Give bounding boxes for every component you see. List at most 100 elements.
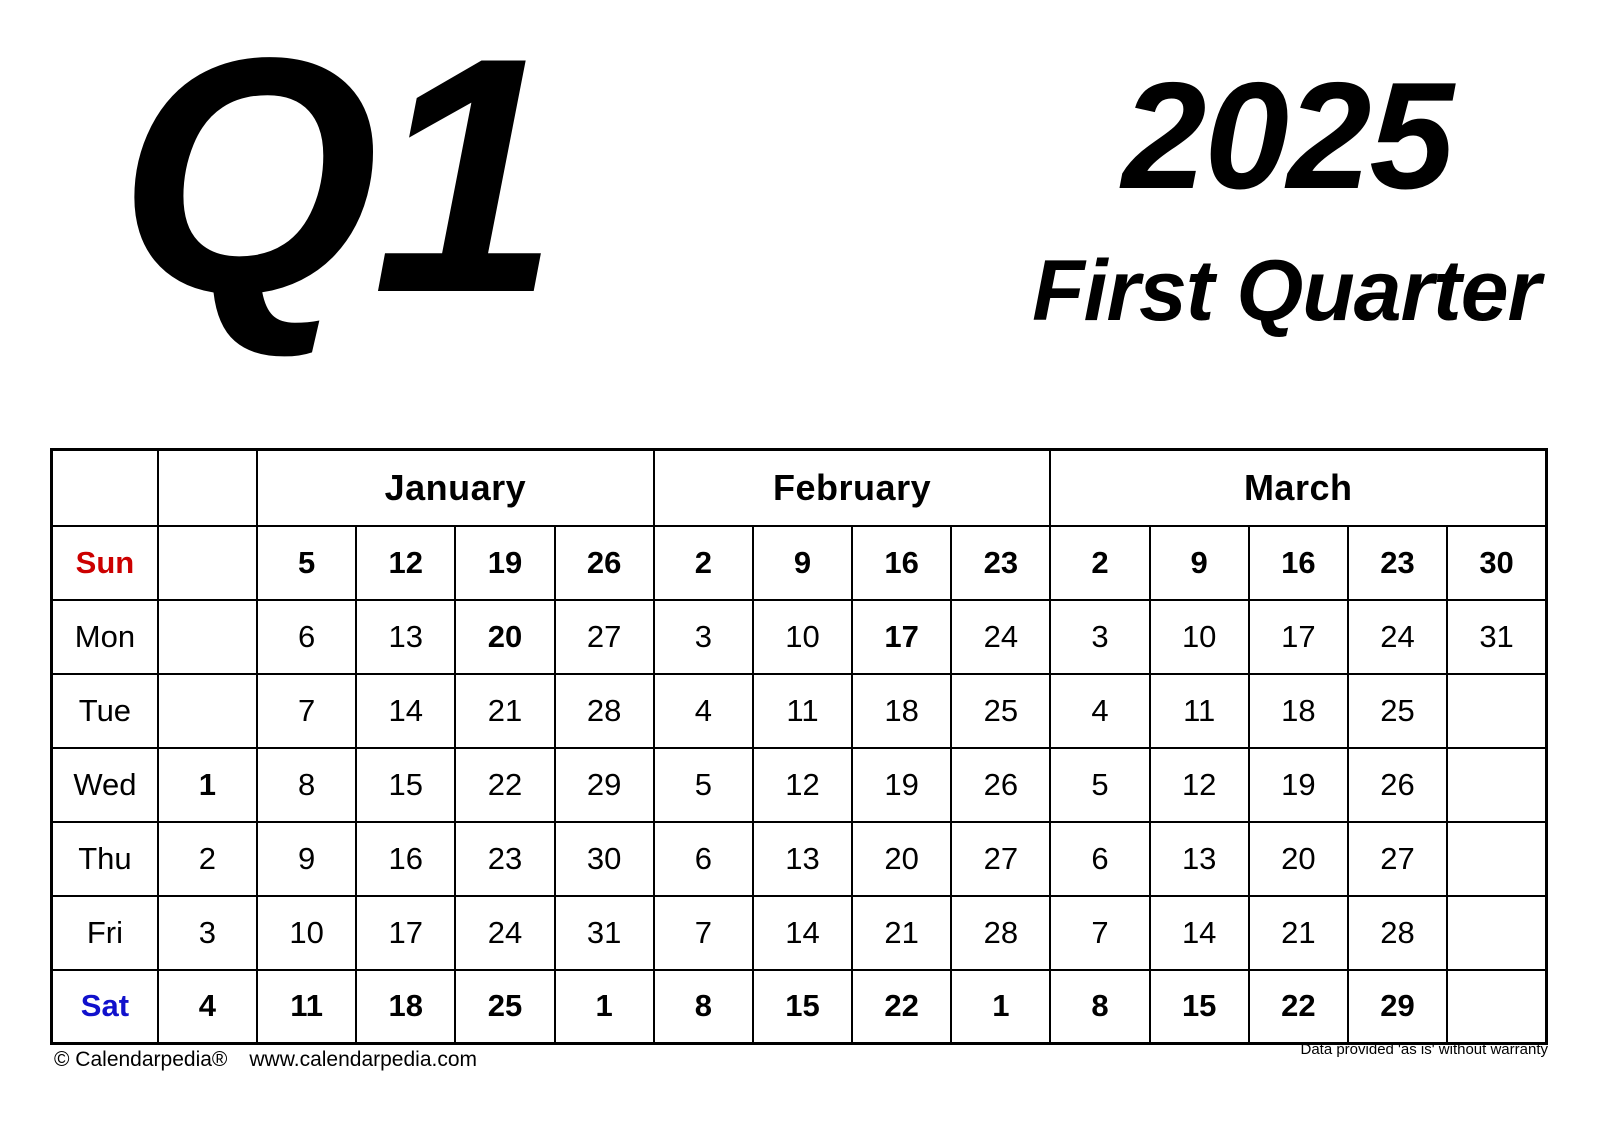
date-cell[interactable]: 26 (950, 746, 1052, 823)
website-link[interactable]: www.calendarpedia.com (249, 1048, 477, 1071)
date-cell[interactable]: 31 (553, 894, 655, 971)
date-cell[interactable]: 21 (1247, 894, 1349, 971)
date-cell[interactable]: 25 (950, 672, 1052, 749)
date-cell[interactable]: 12 (355, 524, 457, 601)
date-cell[interactable]: 4 (156, 968, 259, 1045)
date-cell[interactable]: 2 (1049, 524, 1151, 601)
date-cell[interactable]: 19 (454, 524, 556, 601)
weekday-label-sun: Sun (50, 524, 159, 601)
date-cell[interactable]: 9 (751, 524, 854, 601)
date-cell[interactable]: 7 (652, 894, 754, 971)
calendar-row-fri: Fri 3 10 17 24 31 7 14 21 28 7 14 21 28 (50, 894, 1548, 971)
date-cell[interactable]: 14 (355, 672, 457, 749)
date-cell[interactable]: 28 (950, 894, 1052, 971)
date-cell[interactable]: 29 (553, 746, 655, 823)
date-cell[interactable]: 15 (1148, 968, 1250, 1045)
date-cell[interactable]: 3 (652, 598, 754, 675)
date-cell[interactable]: 13 (355, 598, 457, 675)
date-cell[interactable]: 24 (1346, 598, 1449, 675)
date-cell[interactable]: 1 (156, 746, 259, 823)
date-cell[interactable]: 17 (851, 598, 953, 675)
date-cell[interactable]: 7 (256, 672, 358, 749)
date-cell[interactable]: 11 (1148, 672, 1250, 749)
date-cell[interactable]: 3 (1049, 598, 1151, 675)
date-cell[interactable]: 27 (553, 598, 655, 675)
date-cell[interactable]: 26 (553, 524, 655, 601)
date-cell[interactable]: 14 (751, 894, 854, 971)
date-cell[interactable]: 18 (1247, 672, 1349, 749)
date-cell[interactable]: 19 (851, 746, 953, 823)
date-cell[interactable]: 5 (1049, 746, 1151, 823)
date-cell[interactable]: 15 (355, 746, 457, 823)
footer-attribution: © Calendarpedia® www.calendarpedia.com (54, 1048, 477, 1072)
date-cell[interactable]: 21 (851, 894, 953, 971)
date-cell[interactable]: 8 (652, 968, 754, 1045)
date-cell[interactable]: 2 (652, 524, 754, 601)
date-cell[interactable]: 6 (256, 598, 358, 675)
date-cell[interactable]: 19 (1247, 746, 1349, 823)
date-cell[interactable]: 7 (1049, 894, 1151, 971)
date-cell[interactable]: 20 (851, 820, 953, 897)
date-cell[interactable]: 6 (652, 820, 754, 897)
date-cell[interactable]: 4 (652, 672, 754, 749)
date-cell[interactable]: 21 (454, 672, 556, 749)
date-cell[interactable]: 1 (553, 968, 655, 1045)
quarter-title: Q1 (118, 0, 559, 362)
date-cell[interactable]: 9 (1148, 524, 1250, 601)
month-header-row: January February March (50, 448, 1548, 527)
date-cell[interactable]: 10 (1148, 598, 1250, 675)
date-cell[interactable]: 18 (355, 968, 457, 1045)
date-cell[interactable]: 27 (1346, 820, 1449, 897)
date-cell[interactable]: 8 (256, 746, 358, 823)
calendar-table-wrapper: January February March Sun 5 12 19 26 2 9 16 23 2 9 16… (50, 448, 1550, 1045)
date-cell[interactable]: 23 (1346, 524, 1449, 601)
date-cell[interactable]: 10 (751, 598, 854, 675)
date-cell[interactable]: 12 (1148, 746, 1250, 823)
date-cell[interactable]: 13 (751, 820, 854, 897)
date-cell[interactable]: 17 (355, 894, 457, 971)
date-cell[interactable]: 25 (454, 968, 556, 1045)
date-cell[interactable]: 16 (355, 820, 457, 897)
month-header-march: March (1049, 448, 1548, 527)
date-cell[interactable]: 30 (553, 820, 655, 897)
date-cell[interactable]: 24 (454, 894, 556, 971)
date-cell[interactable]: 8 (1049, 968, 1151, 1045)
date-cell[interactable]: 15 (751, 968, 854, 1045)
date-cell[interactable]: 6 (1049, 820, 1151, 897)
empty-cell (156, 598, 259, 675)
date-cell[interactable]: 28 (1346, 894, 1449, 971)
month-header-february: February (652, 448, 1052, 527)
date-cell[interactable]: 5 (256, 524, 358, 601)
date-cell[interactable]: 24 (950, 598, 1052, 675)
date-cell[interactable]: 28 (553, 672, 655, 749)
date-cell[interactable]: 22 (851, 968, 953, 1045)
date-cell[interactable]: 1 (950, 968, 1052, 1045)
date-cell[interactable]: 13 (1148, 820, 1250, 897)
date-cell[interactable]: 30 (1446, 524, 1548, 601)
date-cell[interactable]: 16 (1247, 524, 1349, 601)
date-cell[interactable]: 4 (1049, 672, 1151, 749)
date-cell[interactable]: 22 (1247, 968, 1349, 1045)
date-cell[interactable]: 16 (851, 524, 953, 601)
date-cell[interactable]: 22 (454, 746, 556, 823)
date-cell[interactable]: 5 (652, 746, 754, 823)
date-cell[interactable]: 2 (156, 820, 259, 897)
date-cell[interactable]: 11 (256, 968, 358, 1045)
date-cell[interactable]: 3 (156, 894, 259, 971)
date-cell[interactable]: 23 (950, 524, 1052, 601)
date-cell[interactable]: 12 (751, 746, 854, 823)
date-cell[interactable]: 20 (454, 598, 556, 675)
date-cell[interactable]: 14 (1148, 894, 1250, 971)
date-cell[interactable]: 9 (256, 820, 358, 897)
date-cell[interactable]: 20 (1247, 820, 1349, 897)
date-cell[interactable]: 18 (851, 672, 953, 749)
date-cell[interactable]: 26 (1346, 746, 1449, 823)
date-cell[interactable]: 11 (751, 672, 854, 749)
date-cell[interactable]: 10 (256, 894, 358, 971)
date-cell[interactable]: 31 (1446, 598, 1548, 675)
date-cell[interactable]: 29 (1346, 968, 1449, 1045)
date-cell[interactable]: 27 (950, 820, 1052, 897)
date-cell[interactable]: 25 (1346, 672, 1449, 749)
date-cell[interactable]: 23 (454, 820, 556, 897)
date-cell[interactable]: 17 (1247, 598, 1349, 675)
